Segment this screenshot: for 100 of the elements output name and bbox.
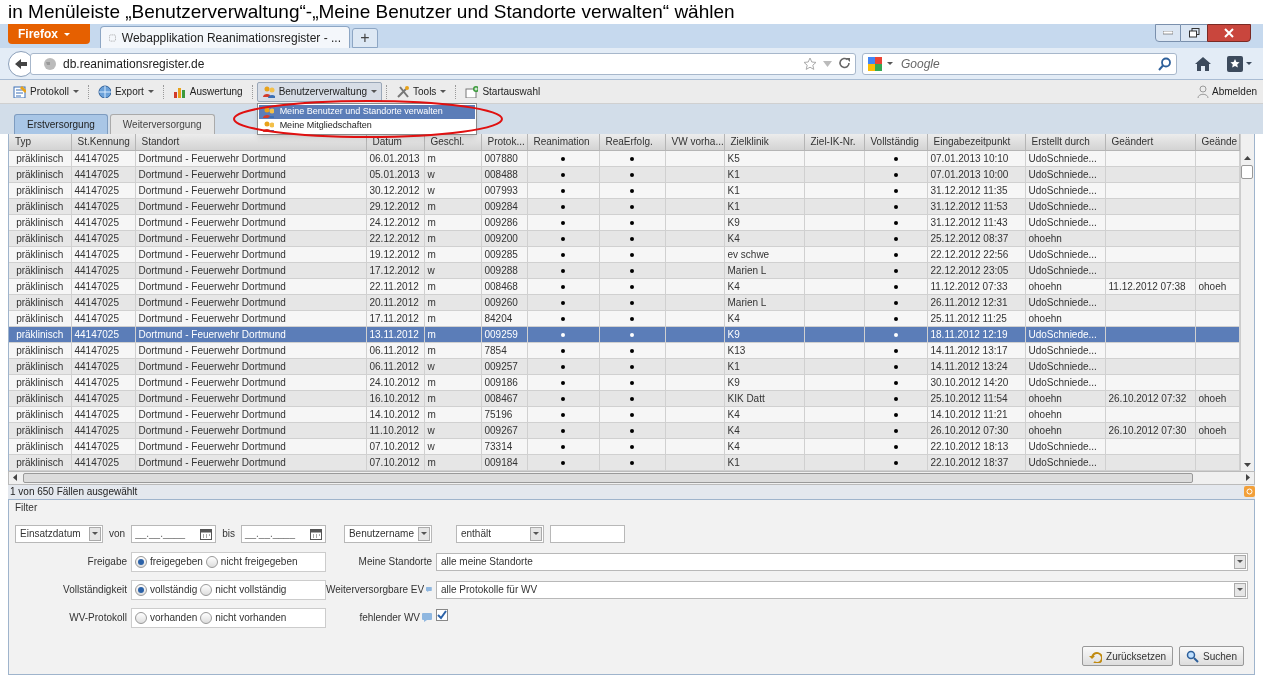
table-cell-text: UdoSchniede... bbox=[1027, 152, 1098, 164]
table-cell-text: 11.12.2012 07:33 bbox=[929, 280, 1009, 292]
toolbar-menu-button[interactable]: Export bbox=[92, 81, 159, 102]
column-header[interactable]: VW vorha... bbox=[668, 136, 723, 148]
column-header[interactable]: Typ bbox=[12, 136, 35, 148]
search-field[interactable]: Google bbox=[862, 52, 1177, 75]
toolbar-menu-button[interactable]: Startauswahl bbox=[460, 81, 546, 102]
arrow-down-icon[interactable] bbox=[1243, 462, 1251, 467]
action-button[interactable]: Zurücksetzen bbox=[1082, 646, 1174, 666]
table-cell-text: präklinisch bbox=[15, 360, 65, 372]
field-label: Freigabe bbox=[86, 555, 128, 569]
table-cell-text: 44147025 bbox=[73, 424, 120, 436]
scrollbar-thumb[interactable] bbox=[1241, 165, 1254, 179]
table-cell-text: 009286 bbox=[483, 216, 519, 228]
toolbar-menu-button[interactable]: Protokoll bbox=[8, 81, 84, 102]
checkmark-icon bbox=[437, 609, 447, 620]
restore-button[interactable] bbox=[1181, 24, 1207, 42]
radio-button[interactable]: freigegeben bbox=[135, 554, 203, 569]
home-icon bbox=[1195, 56, 1211, 71]
table-cell-text: UdoSchniede... bbox=[1027, 440, 1098, 452]
users-icon bbox=[261, 105, 274, 118]
table-cell-text: 44147025 bbox=[73, 264, 120, 276]
table-cell-text: 14.10.2012 11:21 bbox=[929, 408, 1009, 420]
radio-button[interactable]: vollständig bbox=[135, 582, 198, 597]
radio-button[interactable]: vorhanden bbox=[135, 610, 198, 625]
column-header[interactable]: Reanimation bbox=[530, 136, 593, 148]
date-field[interactable]: __.__.____ bbox=[240, 524, 326, 543]
logout-button[interactable]: Abmelden bbox=[1196, 84, 1257, 99]
radio-button[interactable]: nicht vorhanden bbox=[200, 610, 287, 625]
checkbox[interactable] bbox=[436, 608, 448, 621]
column-header[interactable]: Standort bbox=[138, 136, 183, 148]
location-dropdown[interactable]: alle Protokolle für WV bbox=[436, 580, 1248, 599]
table-cell-text: m bbox=[426, 312, 437, 324]
user-field-dropdown[interactable]: Benutzername bbox=[343, 524, 432, 543]
operator-dropdown[interactable]: enthält bbox=[455, 524, 544, 543]
column-header[interactable]: Ziel-IK-Nr. bbox=[807, 136, 859, 148]
table-cell-text: Dortmund - Feuerwehr Dortmund bbox=[137, 328, 287, 340]
toolbar-menu-button[interactable]: Auswertung bbox=[167, 81, 248, 102]
column-header[interactable]: Geschl. bbox=[427, 136, 468, 148]
column-header[interactable]: St.Kennung bbox=[74, 136, 133, 148]
table-cell-text: 26.10.2012 07:30 bbox=[929, 424, 1010, 436]
table-cell-text: 31.12.2012 11:43 bbox=[929, 216, 1009, 228]
browser-tab[interactable]: Webapplikation Reanimationsregister - ... bbox=[100, 26, 350, 48]
arrow-right-icon[interactable] bbox=[1246, 474, 1250, 481]
bookmarks-button[interactable] bbox=[1227, 53, 1255, 74]
scrollbar-thumb[interactable] bbox=[23, 472, 1193, 483]
table-cell-text: 30.12.2012 bbox=[368, 184, 421, 196]
column-header[interactable]: Protok... bbox=[484, 136, 526, 148]
table-cell-text: 11.12.2012 07:38 bbox=[1107, 280, 1187, 292]
column-header[interactable]: Eingabezeitpunkt bbox=[930, 136, 1014, 148]
users-icon bbox=[261, 119, 274, 132]
table-cell-text: 25.12.2012 08:37 bbox=[929, 232, 1010, 244]
table-cell-text: m bbox=[426, 200, 437, 212]
menu-item[interactable]: Meine Benutzer und Standorte verwalten bbox=[258, 104, 475, 119]
address-bar[interactable]: db.reanimationsregister.de bbox=[30, 52, 856, 75]
table-cell-text: K1 bbox=[726, 360, 741, 372]
tab[interactable]: Erstversorgung bbox=[14, 114, 108, 134]
table-cell-text: UdoSchniede... bbox=[1027, 168, 1098, 180]
table-cell-text: K4 bbox=[726, 280, 741, 292]
users-icon bbox=[261, 85, 275, 98]
table-cell-text: präklinisch bbox=[15, 280, 65, 292]
table-cell-text: UdoSchniede... bbox=[1027, 360, 1098, 372]
search-text-field[interactable] bbox=[549, 524, 625, 543]
table-cell-text: präklinisch bbox=[15, 408, 65, 420]
location-dropdown[interactable]: alle meine Standorte bbox=[436, 552, 1248, 571]
table-cell-text: UdoSchniede... bbox=[1027, 184, 1098, 196]
table-cell-text: 13.11.2012 bbox=[368, 328, 420, 340]
page-plus-icon bbox=[465, 85, 479, 98]
table-cell-text: 007880 bbox=[483, 152, 519, 164]
tab[interactable]: Weiterversorgung bbox=[109, 114, 215, 134]
column-header[interactable]: Geändert bbox=[1108, 136, 1157, 148]
table-cell-text: 44147025 bbox=[73, 408, 120, 420]
user-icon bbox=[1196, 84, 1209, 99]
column-header[interactable]: ReaErfolg. bbox=[602, 136, 656, 148]
table-cell-text: 009259 bbox=[483, 328, 519, 340]
table-cell-text: präklinisch bbox=[15, 312, 65, 324]
table-cell-text: 009284 bbox=[483, 200, 519, 212]
date-type-dropdown[interactable]: Einsatzdatum bbox=[15, 524, 103, 543]
radio-button[interactable]: nicht freigegeben bbox=[205, 554, 298, 569]
column-header[interactable]: Geände bbox=[1198, 136, 1238, 148]
table-cell-text: Dortmund - Feuerwehr Dortmund bbox=[137, 184, 287, 196]
table-cell-text: 009285 bbox=[483, 248, 519, 260]
table-cell-text: m bbox=[426, 232, 437, 244]
table-cell-text: Dortmund - Feuerwehr Dortmund bbox=[137, 248, 287, 260]
radio-button[interactable]: nicht vollständig bbox=[200, 582, 287, 597]
close-button[interactable] bbox=[1207, 24, 1251, 42]
new-tab-button[interactable]: + bbox=[352, 28, 378, 48]
table-cell-text: UdoSchniede... bbox=[1027, 264, 1098, 276]
arrow-up-icon[interactable] bbox=[1243, 156, 1251, 160]
caret-icon bbox=[1237, 588, 1243, 591]
column-header[interactable]: Zielklinik bbox=[727, 136, 772, 148]
table-cell-text: 44147025 bbox=[73, 456, 120, 468]
action-button[interactable]: Suchen bbox=[1179, 646, 1244, 666]
column-header[interactable]: Vollständig bbox=[867, 136, 922, 148]
column-header[interactable]: Erstellt durch bbox=[1028, 136, 1093, 148]
table-cell-text: 31.12.2012 11:35 bbox=[929, 184, 1009, 196]
arrow-left-icon[interactable] bbox=[13, 474, 17, 481]
table-cell-text: präklinisch bbox=[15, 200, 65, 212]
table-cell-text: 44147025 bbox=[73, 312, 120, 324]
date-field[interactable]: __.__.____ bbox=[131, 524, 217, 543]
